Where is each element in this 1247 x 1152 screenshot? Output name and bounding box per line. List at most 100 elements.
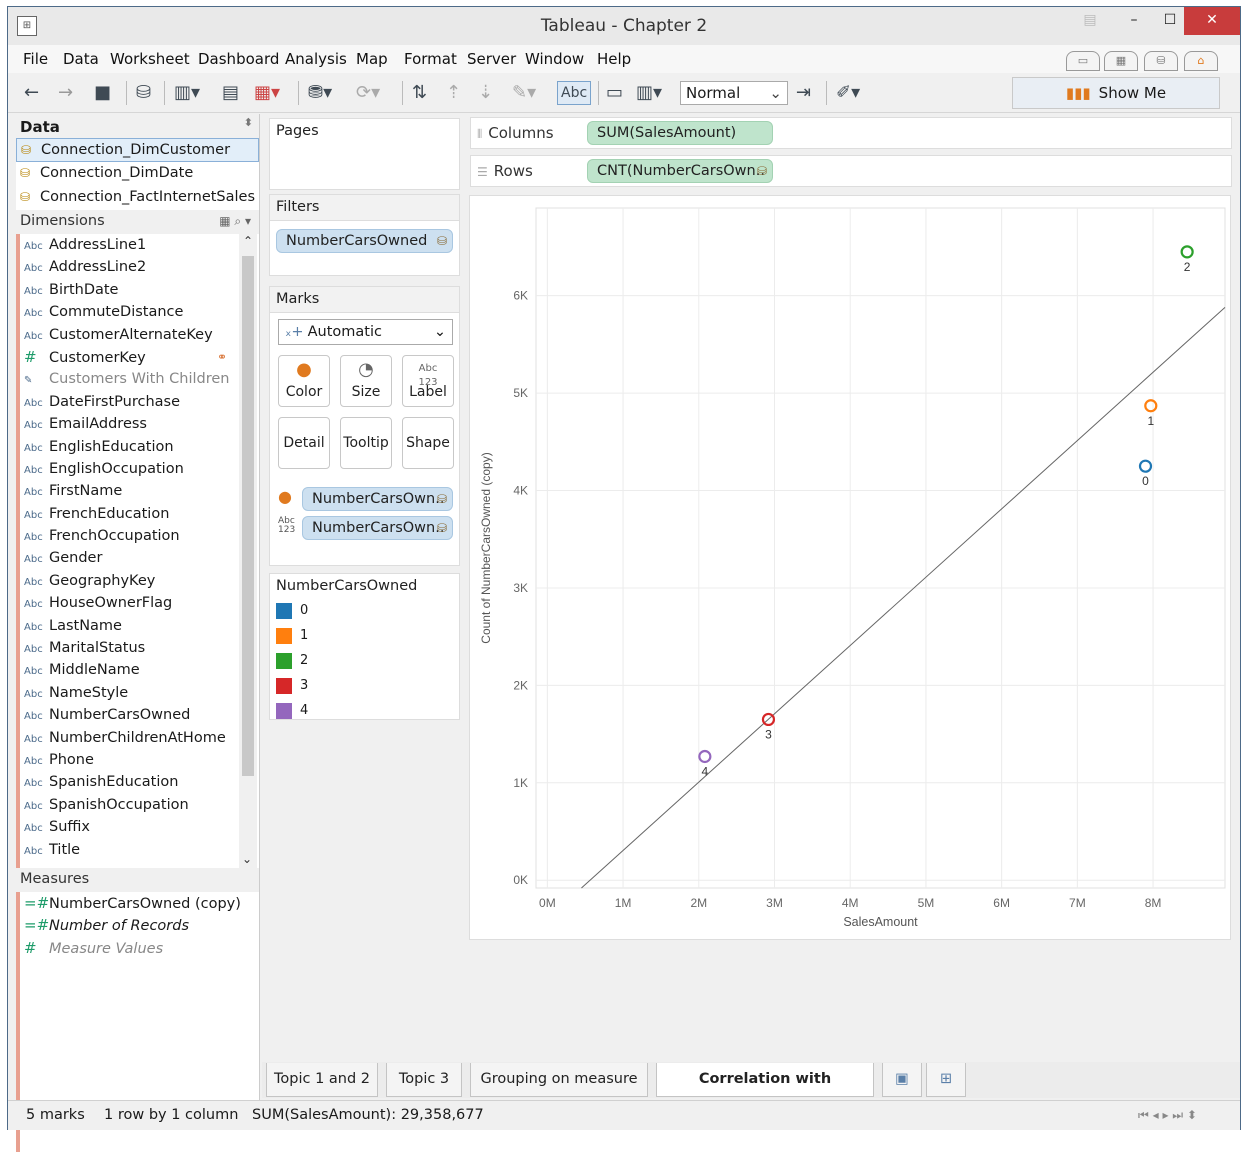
- size-button[interactable]: ◔ Size: [340, 355, 392, 407]
- refresh-icon[interactable]: ⟳▾: [356, 83, 380, 103]
- dimension-field[interactable]: Abc NumberCarsOwned: [20, 704, 259, 726]
- dimension-field[interactable]: Abc CommuteDistance: [20, 301, 259, 323]
- scroll-up-icon[interactable]: ⌃: [239, 234, 257, 248]
- legend-item[interactable]: 1: [276, 627, 308, 647]
- dimensions-scrollbar[interactable]: ⌃ ⌄: [239, 234, 257, 868]
- data-source-icon[interactable]: ⛁: [1144, 51, 1178, 71]
- color-pill[interactable]: NumberCarsOwn.. ⛁: [302, 487, 453, 511]
- forward-arrow-icon[interactable]: →: [58, 83, 73, 103]
- menu-help[interactable]: Help: [597, 50, 631, 68]
- restore-layout-icon[interactable]: ▤: [1068, 7, 1112, 35]
- sheet-navigation-icon[interactable]: ⏮ ◂ ▸ ⏭ ⬍: [1138, 1101, 1197, 1129]
- legend-item[interactable]: 3: [276, 677, 308, 697]
- dimension-field[interactable]: ✎ Customers With Children: [20, 368, 259, 390]
- sort-ascending-icon[interactable]: ⇡: [446, 83, 461, 103]
- duplicate-sheet-icon[interactable]: ▤: [222, 83, 239, 103]
- fix-axes-icon[interactable]: ⇥: [796, 83, 811, 103]
- presentation-icon[interactable]: ▭: [606, 83, 623, 103]
- dimension-field[interactable]: Abc MiddleName: [20, 659, 259, 681]
- sorter-icon[interactable]: ▦: [1104, 51, 1138, 71]
- dimension-field[interactable]: Abc AddressLine2: [20, 256, 259, 278]
- tab-topic-3[interactable]: Topic 3: [386, 1063, 462, 1097]
- dimension-field[interactable]: Abc EnglishEducation: [20, 436, 259, 458]
- legend-item[interactable]: 4: [276, 702, 308, 722]
- menu-analysis[interactable]: Analysis: [285, 50, 347, 68]
- shape-button[interactable]: Shape: [402, 417, 454, 469]
- new-worksheet-icon[interactable]: ▥▾: [174, 83, 200, 103]
- scrollbar-thumb[interactable]: [242, 256, 254, 776]
- dimension-field[interactable]: Abc LastName: [20, 615, 259, 637]
- menu-data[interactable]: Data: [63, 50, 99, 68]
- dimension-field[interactable]: Abc Phone: [20, 749, 259, 771]
- menu-map[interactable]: Map: [356, 50, 388, 68]
- dimension-field[interactable]: Abc SpanishEducation: [20, 771, 259, 793]
- label-button[interactable]: Abc 123 Label: [402, 355, 454, 407]
- rows-pill[interactable]: CNT(NumberCarsOwn.. ⛁: [587, 159, 773, 183]
- dimension-field[interactable]: Abc EmailAddress: [20, 413, 259, 435]
- menu-window[interactable]: Window: [525, 50, 584, 68]
- home-icon[interactable]: ⌂: [1184, 51, 1218, 71]
- new-dashboard-tab-icon[interactable]: ⊞: [926, 1063, 966, 1097]
- menu-file[interactable]: File: [23, 50, 48, 68]
- dimension-field[interactable]: Abc FrenchEducation: [20, 503, 259, 525]
- menu-format[interactable]: Format: [404, 50, 457, 68]
- filter-pill[interactable]: NumberCarsOwned ⛁: [276, 229, 453, 253]
- dimension-field[interactable]: Abc HouseOwnerFlag: [20, 592, 259, 614]
- dimension-field[interactable]: Abc NumberChildrenAtHome: [20, 727, 259, 749]
- new-worksheet-tab-icon[interactable]: ▣: [882, 1063, 922, 1097]
- dimension-field[interactable]: Abc FrenchOccupation: [20, 525, 259, 547]
- mark-type-select[interactable]: ₓ+ Automatic ⌄: [278, 319, 453, 345]
- close-button[interactable]: ✕: [1184, 7, 1240, 35]
- sort-toggle-icon[interactable]: ⬍: [244, 116, 253, 129]
- connection-item[interactable]: ⛁ Connection_DimCustomer: [16, 138, 259, 162]
- pause-updates-icon[interactable]: ⛃▾: [308, 83, 332, 103]
- dimension-field[interactable]: Abc Suffix: [20, 816, 259, 838]
- measure-field[interactable]: # Measure Values: [20, 937, 259, 959]
- clear-sheet-icon[interactable]: ▦▾: [254, 83, 280, 103]
- tab-topic-1-and-2[interactable]: Topic 1 and 2: [266, 1063, 378, 1097]
- dimension-field[interactable]: Abc MaritalStatus: [20, 637, 259, 659]
- pages-card[interactable]: Pages: [269, 118, 460, 190]
- color-button[interactable]: ● Color: [278, 355, 330, 407]
- dimension-field[interactable]: Abc Gender: [20, 547, 259, 569]
- connection-item[interactable]: ⛁ Connection_FactInternetSales: [16, 186, 259, 210]
- dimension-field[interactable]: Abc DateFirstPurchase: [20, 391, 259, 413]
- highlight-icon[interactable]: ✎▾: [512, 83, 536, 103]
- legend-item[interactable]: 2: [276, 652, 308, 672]
- swap-icon[interactable]: ⇅: [412, 83, 427, 103]
- new-data-source-icon[interactable]: ⛁: [136, 83, 151, 103]
- menu-server[interactable]: Server: [467, 50, 516, 68]
- dimension-field[interactable]: Abc NameStyle: [20, 682, 259, 704]
- connection-item[interactable]: ⛁ Connection_DimDate: [16, 162, 259, 186]
- detail-button[interactable]: Detail: [278, 417, 330, 469]
- menu-dashboard[interactable]: Dashboard: [198, 50, 279, 68]
- sort-descending-icon[interactable]: ⇣: [478, 83, 493, 103]
- show-me-button[interactable]: ▮▮▮ Show Me: [1012, 77, 1220, 109]
- scroll-down-icon[interactable]: ⌄: [242, 852, 252, 866]
- fit-select[interactable]: Normal ⌄: [680, 81, 788, 105]
- show-mark-labels-button[interactable]: Abc: [557, 81, 592, 105]
- menu-worksheet[interactable]: Worksheet: [110, 50, 190, 68]
- dimension-field[interactable]: Abc GeographyKey: [20, 570, 259, 592]
- dimension-field[interactable]: Abc CustomerAlternateKey: [20, 324, 259, 346]
- pen-icon[interactable]: ✐▾: [836, 83, 860, 103]
- dimension-field[interactable]: Abc SpanishOccupation: [20, 794, 259, 816]
- label-pill[interactable]: NumberCarsOwn.. ⛁: [302, 516, 453, 540]
- dimension-field[interactable]: # CustomerKey ⚭: [20, 346, 259, 368]
- columns-pill[interactable]: SUM(SalesAmount): [587, 121, 773, 145]
- dimension-field[interactable]: Abc FirstName: [20, 480, 259, 502]
- tab-grouping-on-measure[interactable]: Grouping on measure: [470, 1063, 648, 1097]
- search-icon[interactable]: ▦ ⌕ ▾: [219, 210, 251, 233]
- back-arrow-icon[interactable]: ←: [24, 83, 39, 103]
- legend-item[interactable]: 0: [276, 602, 308, 622]
- tab-correlation-with-calculation[interactable]: Correlation with Calculation: [656, 1063, 874, 1119]
- dimension-field[interactable]: Abc AddressLine1: [20, 234, 259, 256]
- dimension-field[interactable]: Abc Title: [20, 839, 259, 861]
- dimension-field[interactable]: Abc BirthDate: [20, 279, 259, 301]
- dimension-field[interactable]: Abc EnglishOccupation: [20, 458, 259, 480]
- measure-field[interactable]: =#Number of Records: [20, 914, 259, 936]
- filters-card[interactable]: Filters NumberCarsOwned ⛁: [269, 194, 460, 276]
- chart-size-icon[interactable]: ▥▾: [636, 83, 662, 103]
- measure-field[interactable]: =#NumberCarsOwned (copy): [20, 892, 259, 914]
- save-icon[interactable]: ■: [94, 83, 111, 103]
